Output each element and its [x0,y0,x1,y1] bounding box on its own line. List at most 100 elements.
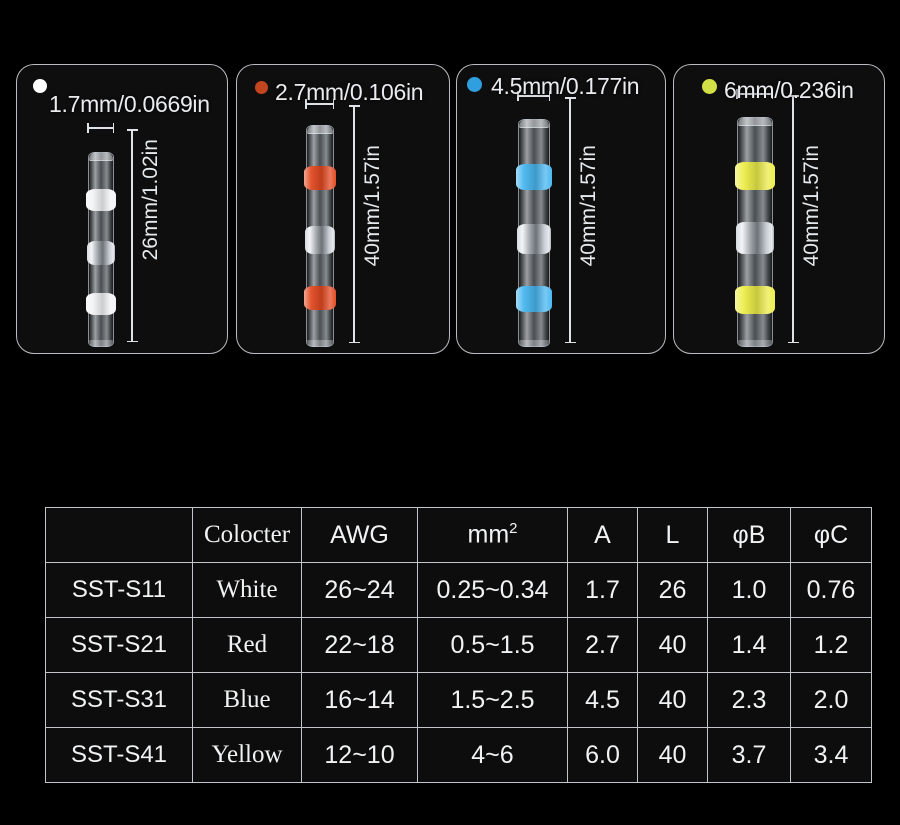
spec-card-sst-s31[interactable]: 4.5mm/0.177in 40mm/1.57in [456,64,666,354]
cell-phi-b: 2.3 [707,672,791,728]
color-ring-top [735,162,775,190]
cell-mm2: 0.25~0.34 [417,562,568,618]
header-l: L [637,507,708,563]
header-mm2: mm2 [417,507,568,563]
cell-l: 40 [637,672,708,728]
cell-mm2: 4~6 [417,727,568,783]
cell-phi-c: 2.0 [790,672,872,728]
connector-illustration: 40mm/1.57in [516,89,600,347]
card-length-label: 26mm/1.02in [139,139,162,261]
ring-gloss [86,189,116,211]
ring-gloss [86,293,116,315]
ring-gloss [304,166,336,190]
ring-gloss [735,162,775,190]
diameter-dimension-guide [87,123,114,133]
heat-shrink-tube [304,125,336,347]
header-a: A [567,507,638,563]
dimension-cap-bottom [565,341,576,343]
card-length-label: 40mm/1.57in [800,145,823,267]
spec-card-sst-s41[interactable]: 6mm/0.236in 40mm/1.57in [673,64,885,354]
cell-model: SST-S11 [45,562,193,618]
cell-mm2: 0.5~1.5 [417,617,568,673]
heat-shrink-tube [86,152,116,347]
dimension-cap-bottom [788,341,799,343]
cell-awg: 16~14 [301,672,418,728]
cell-color: White [192,562,302,618]
cell-a: 4.5 [567,672,638,728]
length-dimension-guide [127,129,138,342]
connector-illustration: 40mm/1.57in [304,95,384,347]
dimension-bar [792,95,794,343]
specification-table: Colocter AWG mm2 A L φB φC SST-S11 White… [45,507,872,783]
cell-phi-b: 3.7 [707,727,791,783]
cell-awg: 26~24 [301,562,418,618]
header-color: Colocter [192,507,302,563]
cell-a: 6.0 [567,727,638,783]
card-diameter-label: 4.5mm/0.177in [491,73,640,99]
connector-cards-strip: 1.7mm/0.0669in 26mm/1.02in 2.7mm/0.106in… [0,0,900,370]
solder-band [87,241,115,265]
color-ring-top [304,166,336,190]
connector-illustration: 26mm/1.02in [86,117,162,347]
ring-gloss [516,164,552,190]
dimension-bar [353,105,355,343]
cell-model: SST-S21 [45,617,193,673]
table-row[interactable]: SST-S41 Yellow 12~10 4~6 6.0 40 3.7 3.4 [45,727,872,783]
connector-illustration: 40mm/1.57in [735,87,823,347]
cell-phi-b: 1.4 [707,617,791,673]
color-ring-bottom [86,293,116,315]
spec-card-sst-s11[interactable]: 1.7mm/0.0669in 26mm/1.02in [16,64,228,354]
length-dimension-guide [565,97,576,343]
cell-color: Yellow [192,727,302,783]
color-dot-icon [33,79,47,93]
card-diameter-label: 2.7mm/0.106in [275,79,424,105]
dimension-bar [569,97,571,343]
cell-a: 2.7 [567,617,638,673]
cell-model: SST-S31 [45,672,193,728]
cell-mm2: 1.5~2.5 [417,672,568,728]
table-row[interactable]: SST-S21 Red 22~18 0.5~1.5 2.7 40 1.4 1.2 [45,617,872,673]
color-ring-top [86,189,116,211]
header-awg: AWG [301,507,418,563]
cell-phi-c: 1.2 [790,617,872,673]
color-ring-bottom [304,286,336,310]
card-diameter-label: 6mm/0.236in [724,77,854,103]
header-phi-c: φC [790,507,872,563]
table-row[interactable]: SST-S31 Blue 16~14 1.5~2.5 4.5 40 2.3 2.… [45,672,872,728]
cell-l: 40 [637,617,708,673]
cell-a: 1.7 [567,562,638,618]
solder-band [305,226,335,254]
card-length-label: 40mm/1.57in [577,145,600,267]
cell-phi-c: 3.4 [790,727,872,783]
ring-gloss [735,286,775,314]
color-ring-top [516,164,552,190]
header-mm2-superscript: 2 [509,520,518,538]
dimension-cap-left [87,123,89,133]
dimension-bar [131,129,133,342]
spec-card-sst-s21[interactable]: 2.7mm/0.106in 40mm/1.57in [236,64,450,354]
color-ring-bottom [516,286,552,312]
cell-awg: 12~10 [301,727,418,783]
dimension-bar [87,127,114,129]
card-length-label: 40mm/1.57in [361,145,384,267]
table-header-row: Colocter AWG mm2 A L φB φC [45,507,872,563]
solder-band [517,224,551,254]
color-dot-icon [255,81,268,94]
header-model [45,507,193,563]
cell-model: SST-S41 [45,727,193,783]
header-mm2-text: mm [467,520,510,549]
color-ring-bottom [735,286,775,314]
ring-gloss [304,286,336,310]
length-dimension-guide [349,105,360,343]
dimension-cap-top [127,129,138,131]
dimension-cap-bottom [349,341,360,343]
cell-phi-c: 0.76 [790,562,872,618]
heat-shrink-tube [735,117,775,347]
color-dot-icon [467,77,482,92]
solder-band [736,222,774,254]
card-diameter-label: 1.7mm/0.0669in [49,91,210,117]
table-row[interactable]: SST-S11 White 26~24 0.25~0.34 1.7 26 1.0… [45,562,872,618]
cell-color: Blue [192,672,302,728]
cell-color: Red [192,617,302,673]
cell-l: 40 [637,727,708,783]
